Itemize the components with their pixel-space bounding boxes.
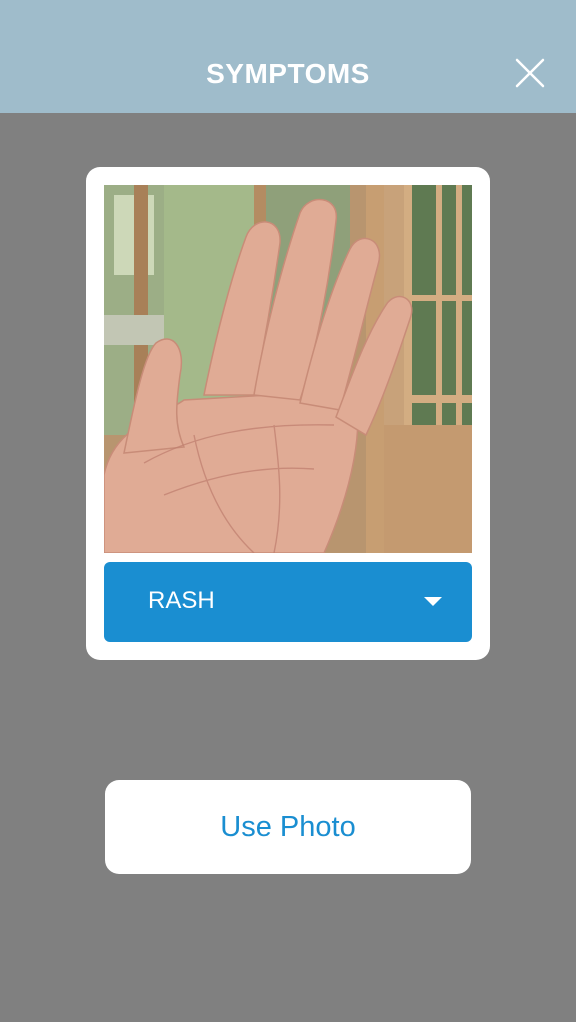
symptom-select[interactable]: RASH	[104, 562, 472, 642]
header-bar: SYMPTOMS	[0, 0, 576, 113]
chevron-down-icon	[424, 597, 442, 606]
close-icon	[515, 58, 545, 88]
page-title: SYMPTOMS	[206, 58, 370, 89]
hand-photo	[104, 185, 472, 553]
symptom-select-value: RASH	[148, 587, 215, 614]
close-button[interactable]	[508, 54, 552, 94]
symptom-photo-card: RASH	[86, 167, 490, 660]
use-photo-button[interactable]: Use Photo	[105, 780, 471, 874]
